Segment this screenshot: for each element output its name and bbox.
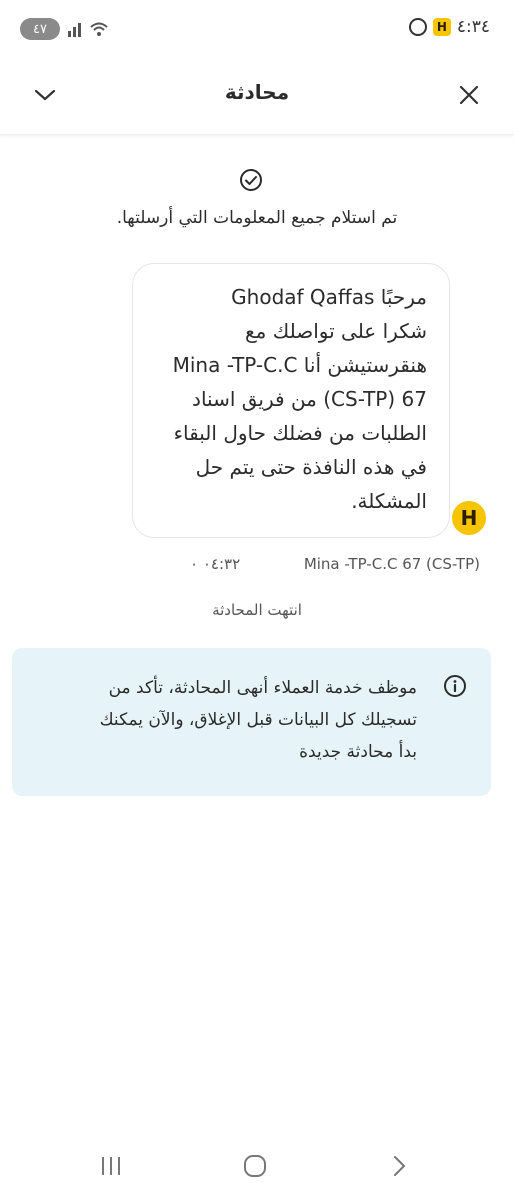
info-banner: موظف خدمة العملاء أنهى المحادثة، تأكد من…: [12, 648, 491, 796]
message-text: مرحبًا Ghodaf Qaffas شكرا على تواصلك مع …: [172, 285, 427, 513]
receipt-confirmation: تم استلام جميع المعلومات التي أرسلتها.: [116, 208, 398, 228]
message-time: ٠٤:٣٢ ٠: [190, 555, 241, 573]
status-left: ٤٧: [20, 18, 109, 40]
home-button[interactable]: [238, 1152, 272, 1180]
close-button[interactable]: [454, 80, 484, 110]
info-banner-text: موظف خدمة العملاء أنهى المحادثة، تأكد من…: [99, 678, 417, 762]
status-time: ٤:٣٤: [456, 17, 490, 37]
system-nav-bar: [0, 1130, 514, 1200]
close-icon: [459, 85, 479, 105]
message-sender: Mina -TP-C.C 67 (CS-TP): [303, 555, 480, 573]
whatsapp-icon: [408, 18, 427, 36]
message-bubble: مرحبًا Ghodaf Qaffas شكرا على تواصلك مع …: [132, 263, 450, 538]
recents-icon: [102, 1157, 120, 1175]
signal-icon: [68, 21, 81, 37]
agent-avatar: H: [452, 501, 486, 535]
status-right: H ٤:٣٤: [408, 17, 490, 37]
recents-button[interactable]: [94, 1152, 128, 1180]
check-circle-icon: [240, 169, 262, 191]
back-button[interactable]: [382, 1152, 416, 1180]
battery-indicator: ٤٧: [20, 18, 60, 40]
page-title: محادثة: [224, 80, 290, 104]
home-icon: [244, 1155, 266, 1177]
chat-header: محادثة: [0, 56, 514, 135]
conversation-ended-label: انتهت المحادثة: [212, 601, 302, 619]
status-bar: ٤٧ H ٤:٣٤: [0, 0, 514, 56]
wifi-icon: [90, 22, 108, 36]
back-icon: [394, 1156, 406, 1176]
info-icon: [444, 675, 466, 697]
app-badge-icon: H: [432, 18, 451, 36]
